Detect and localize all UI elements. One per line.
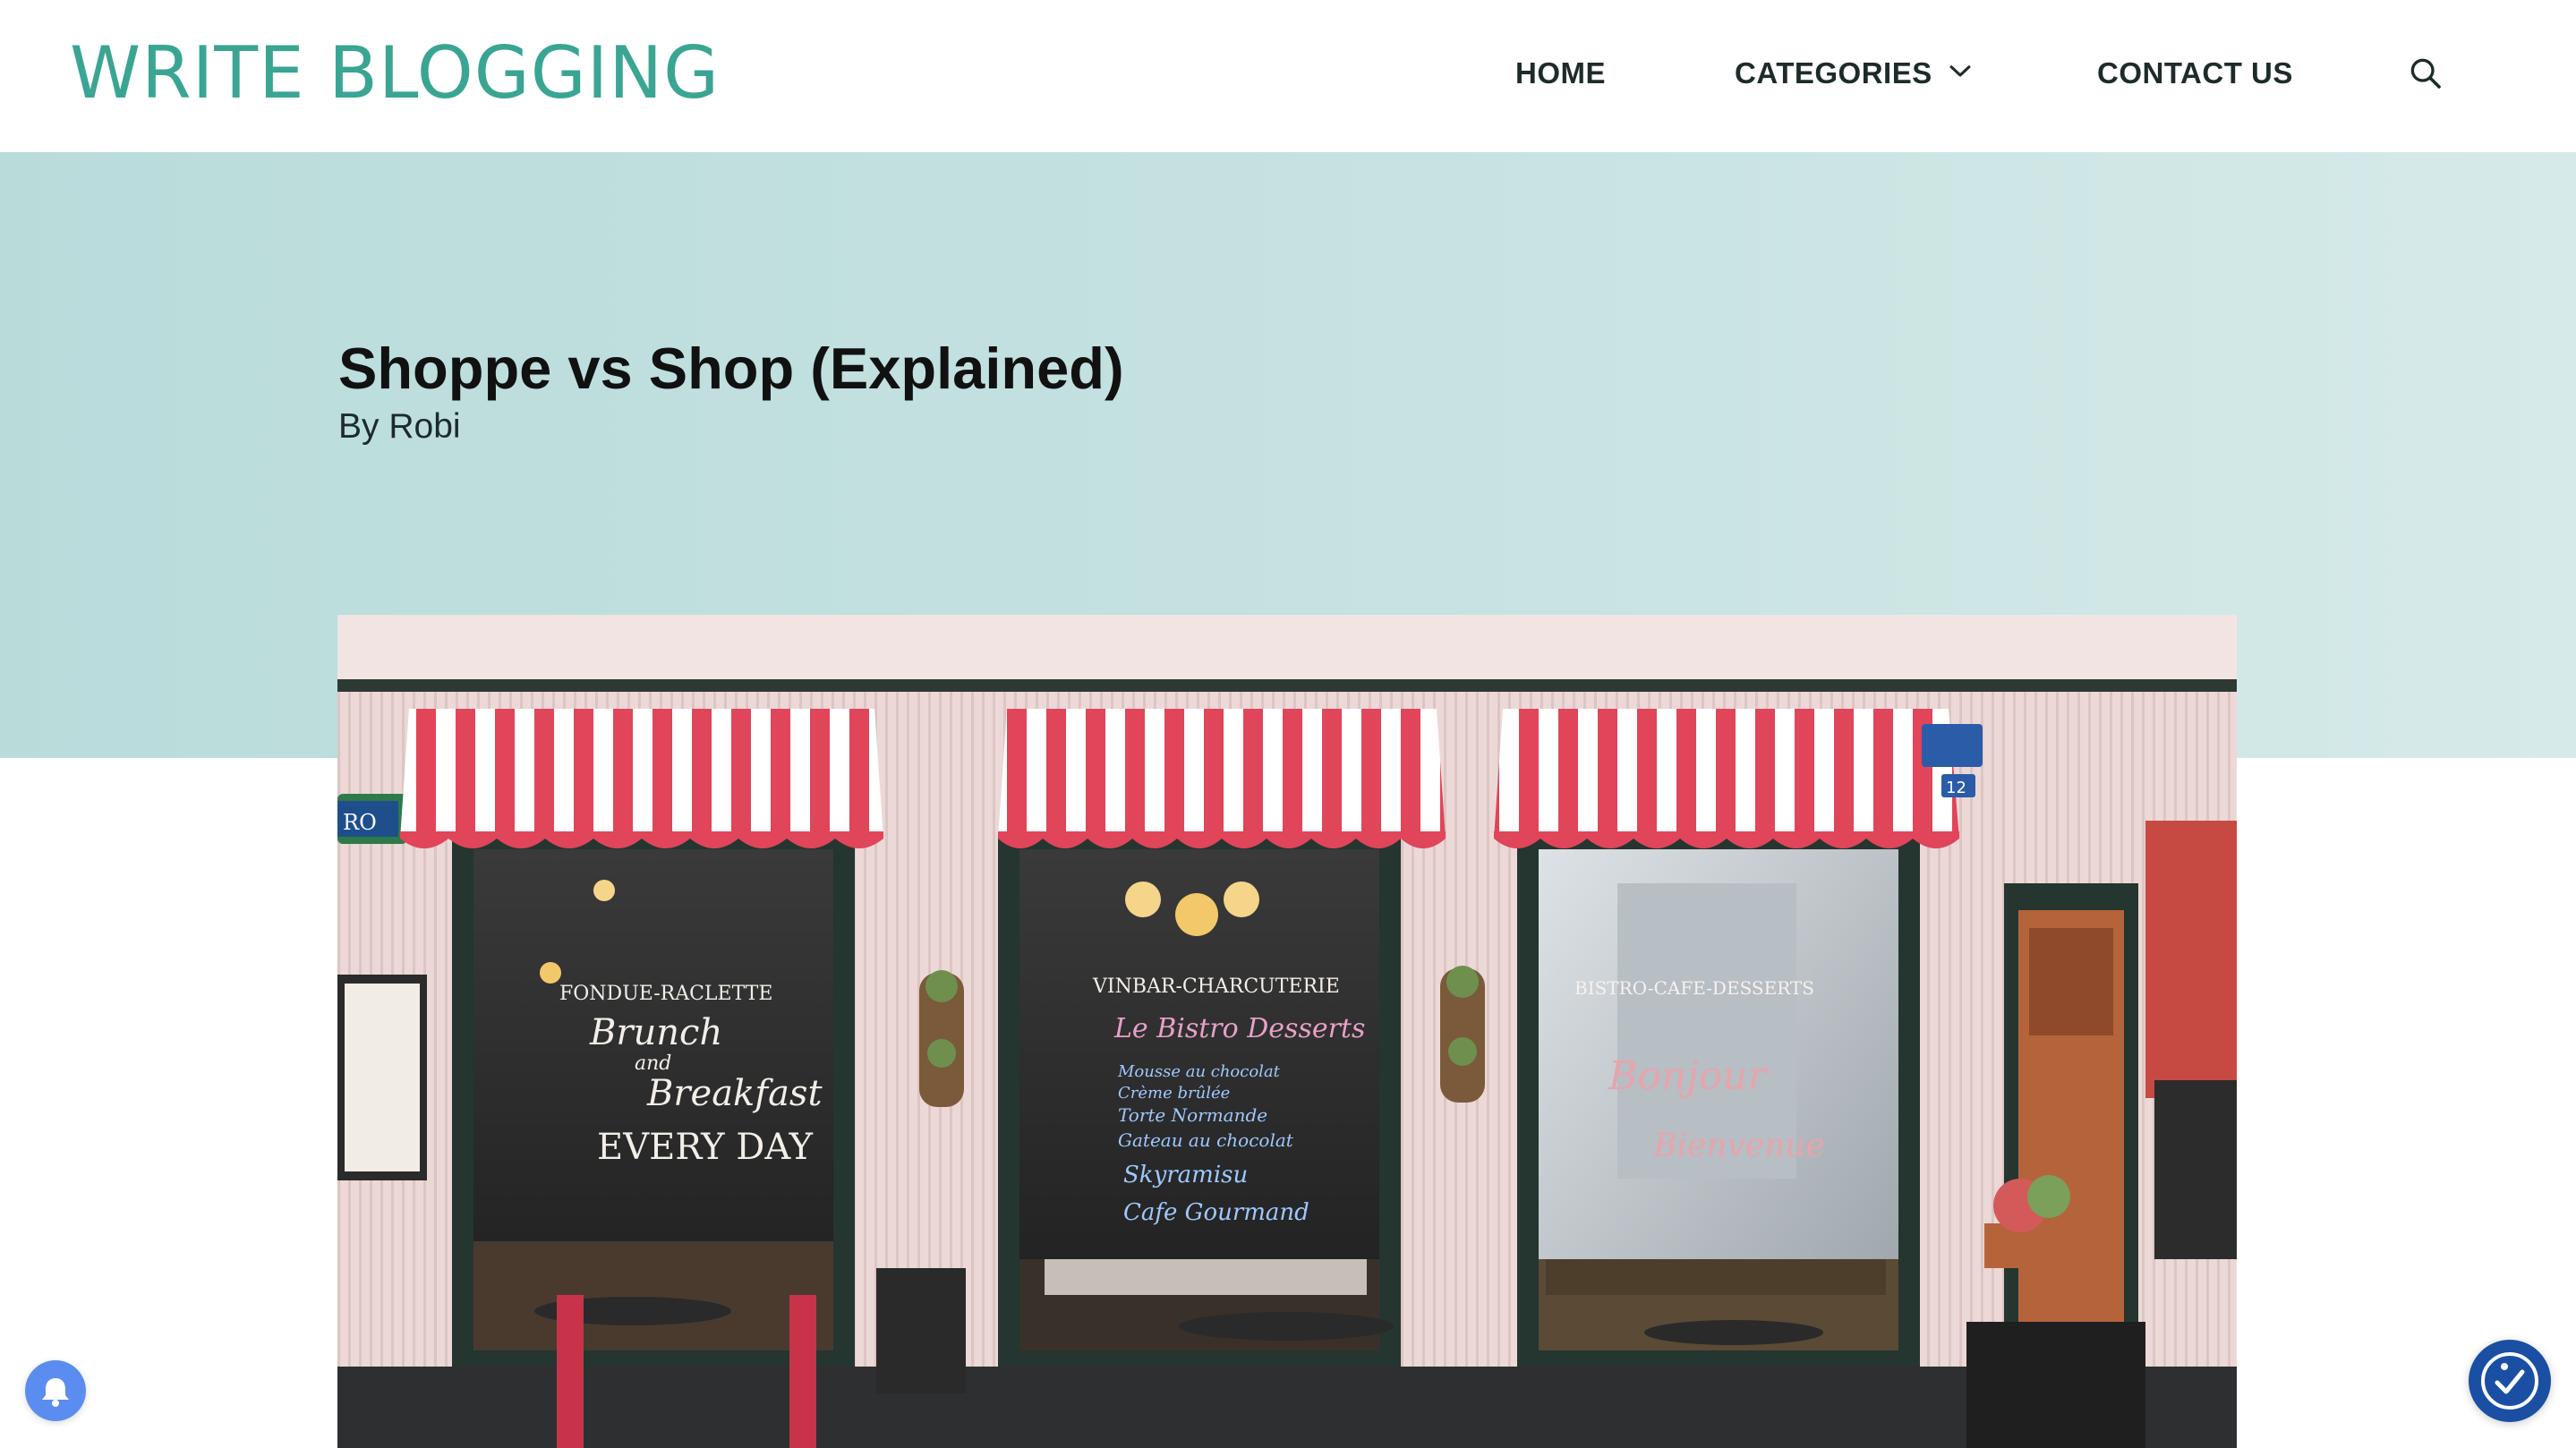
svg-text:Gateau au chocolat: Gateau au chocolat [1118, 1129, 1294, 1151]
svg-text:Cafe Gourmand: Cafe Gourmand [1123, 1199, 1309, 1226]
svg-text:BISTRO-CAFE-DESSERTS: BISTRO-CAFE-DESSERTS [1574, 977, 1814, 999]
svg-text:Skyramisu: Skyramisu [1123, 1162, 1248, 1188]
site-header: WRITE BLOGGING HOME CATEGORIES CONTACT U… [0, 0, 2576, 153]
post-byline: By Robi [338, 407, 461, 446]
chevron-down-icon[interactable] [1945, 55, 1975, 86]
awning-middle [998, 709, 1446, 848]
nav-home[interactable]: HOME [1515, 54, 1606, 93]
awning-left [400, 709, 883, 848]
notification-button[interactable] [25, 1360, 86, 1421]
svg-text:Breakfast: Breakfast [646, 1073, 823, 1114]
nav-categories[interactable]: CATEGORIES [1735, 54, 1932, 93]
svg-text:Crème brûlée: Crème brûlée [1118, 1084, 1230, 1103]
bell-icon [42, 1378, 69, 1407]
svg-text:Torte Normande: Torte Normande [1118, 1104, 1267, 1126]
svg-text:Le Bistro Desserts: Le Bistro Desserts [1113, 1013, 1365, 1044]
svg-text:Bienvenue: Bienvenue [1652, 1128, 1825, 1164]
storefront-illustration: RO 12 FONDUE-RACLETTE Brunch and Breakfa… [337, 615, 2237, 1448]
svg-text:VINBAR-CHARCUTERIE: VINBAR-CHARCUTERIE [1092, 975, 1340, 998]
svg-text:and: and [635, 1052, 671, 1075]
nav-contact-us[interactable]: CONTACT US [2097, 54, 2293, 93]
awning-right [1494, 709, 1959, 848]
post-title: Shoppe vs Shop (Explained) [338, 335, 1124, 401]
featured-image: RO 12 FONDUE-RACLETTE Brunch and Breakfa… [337, 615, 2237, 1448]
accessibility-button[interactable] [2469, 1340, 2551, 1422]
street-sign-text: RO [343, 810, 377, 835]
svg-text:Brunch: Brunch [589, 1012, 722, 1053]
svg-text:EVERY DAY: EVERY DAY [597, 1127, 814, 1168]
svg-text:Bonjour: Bonjour [1608, 1053, 1770, 1099]
house-number: 12 [1946, 779, 1966, 797]
svg-text:Mousse au chocolat: Mousse au chocolat [1117, 1062, 1281, 1081]
svg-text:FONDUE-RACLETTE: FONDUE-RACLETTE [559, 983, 772, 1005]
accessibility-icon [2481, 1352, 2538, 1410]
search-icon[interactable] [2408, 55, 2444, 91]
main-nav: HOME CATEGORIES CONTACT US [0, 0, 2576, 152]
